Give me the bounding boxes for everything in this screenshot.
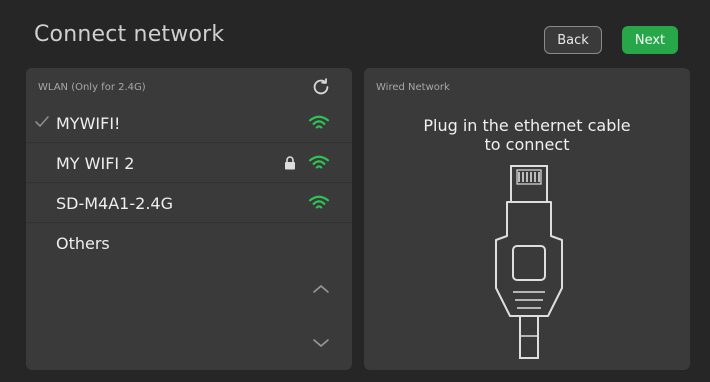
- wifi-item-sd-m4a1[interactable]: SD-M4A1-2.4G: [26, 184, 352, 223]
- wifi-item-mywifi[interactable]: MYWIFI!: [26, 104, 352, 143]
- refresh-icon[interactable]: [310, 76, 332, 98]
- wifi-ssid: Others: [56, 233, 110, 253]
- wifi-signal-icon: [308, 155, 330, 169]
- wlan-caption: WLAN (Only for 2.4G): [38, 82, 146, 93]
- wired-instruction-line2: to connect: [484, 135, 570, 154]
- wired-instruction: Plug in the ethernet cable to connect: [364, 116, 690, 154]
- wifi-item-my-wifi-2[interactable]: MY WIFI 2: [26, 144, 352, 183]
- wlan-panel: WLAN (Only for 2.4G) MYWIFI! MY WIFI 2 S…: [26, 68, 352, 370]
- page-title: Connect network: [34, 22, 225, 47]
- wifi-item-others[interactable]: Others: [26, 224, 352, 262]
- back-button[interactable]: Back: [544, 26, 602, 54]
- lock-icon: [285, 156, 295, 170]
- wired-panel: Wired Network Plug in the ethernet cable…: [364, 68, 690, 370]
- wifi-signal-icon: [308, 195, 330, 209]
- ethernet-cable-icon: [495, 165, 563, 359]
- wired-instruction-line1: Plug in the ethernet cable: [423, 116, 631, 135]
- wifi-ssid: MYWIFI!: [56, 113, 121, 133]
- wifi-ssid: SD-M4A1-2.4G: [56, 193, 173, 213]
- check-icon: [35, 116, 49, 127]
- network-setup-screen: Connect network Back Next WLAN (Only for…: [0, 0, 710, 382]
- chevron-down-icon[interactable]: [310, 336, 332, 350]
- wifi-signal-icon: [308, 115, 330, 129]
- chevron-up-icon[interactable]: [310, 282, 332, 296]
- wired-caption: Wired Network: [376, 82, 450, 93]
- next-button[interactable]: Next: [622, 26, 678, 54]
- wifi-ssid: MY WIFI 2: [56, 153, 135, 173]
